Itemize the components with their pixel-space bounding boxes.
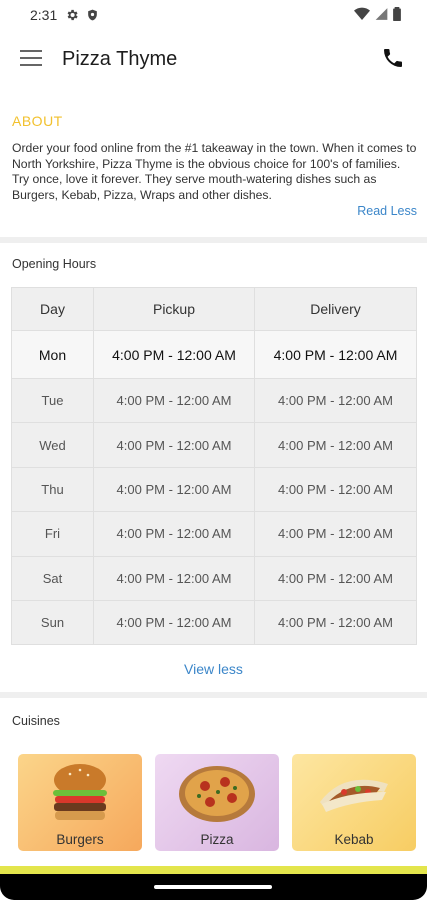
phone-icon[interactable]: [381, 46, 405, 70]
bottom-accent-stripe: [0, 866, 427, 874]
day-cell: Sun: [11, 599, 94, 646]
pickup-cell: 4:00 PM - 12:00 AM: [93, 422, 255, 468]
header-pickup: Pickup: [93, 287, 255, 331]
header-delivery: Delivery: [254, 287, 417, 331]
about-title: ABOUT: [12, 113, 63, 129]
wifi-icon: [354, 7, 370, 20]
delivery-cell: 4:00 PM - 12:00 AM: [254, 422, 417, 468]
day-cell: Mon: [11, 330, 94, 379]
section-divider: [0, 692, 427, 698]
day-cell: Tue: [11, 377, 94, 424]
burger-icon: [53, 764, 107, 820]
kebab-icon: [320, 779, 388, 812]
opening-hours-table: Day Pickup Delivery Mon 4:00 PM - 12:00 …: [11, 287, 417, 646]
table-row: Thu 4:00 PM - 12:00 AM 4:00 PM - 12:00 A…: [11, 466, 417, 513]
section-divider: [0, 237, 427, 243]
about-section: ABOUT Order your food online from the #1…: [0, 100, 427, 236]
delivery-cell: 4:00 PM - 12:00 AM: [254, 511, 417, 557]
header-day: Day: [11, 287, 94, 331]
delivery-cell: 4:00 PM - 12:00 AM: [254, 555, 417, 601]
cuisine-label: Pizza: [200, 832, 234, 847]
table-row: Fri 4:00 PM - 12:00 AM 4:00 PM - 12:00 A…: [11, 511, 417, 557]
cuisine-label: Kebab: [334, 832, 374, 847]
pickup-cell: 4:00 PM - 12:00 AM: [93, 555, 255, 601]
day-cell: Wed: [11, 422, 94, 468]
navigation-gesture-bar: [0, 874, 427, 900]
app-bar: Pizza Thyme: [0, 30, 427, 90]
day-cell: Sat: [11, 555, 94, 601]
pickup-cell: 4:00 PM - 12:00 AM: [93, 377, 255, 424]
table-row: Sun 4:00 PM - 12:00 AM 4:00 PM - 12:00 A…: [11, 599, 417, 646]
pickup-cell: 4:00 PM - 12:00 AM: [93, 466, 255, 513]
cell-signal-icon: [375, 8, 388, 20]
day-cell: Fri: [11, 511, 94, 557]
settings-gear-icon: [67, 9, 78, 21]
view-less-link[interactable]: View less: [0, 661, 427, 677]
cuisines-title: Cuisines: [12, 714, 60, 728]
opening-hours-title: Opening Hours: [12, 257, 97, 271]
table-row: Wed 4:00 PM - 12:00 AM 4:00 PM - 12:00 A…: [11, 422, 417, 468]
day-cell: Thu: [11, 466, 94, 513]
pizza-icon: [179, 766, 255, 822]
delivery-cell: 4:00 PM - 12:00 AM: [254, 330, 417, 379]
pickup-cell: 4:00 PM - 12:00 AM: [93, 330, 255, 379]
table-header-row: Day Pickup Delivery: [11, 287, 417, 331]
app-title: Pizza Thyme: [62, 48, 178, 70]
status-bar: 2:31: [0, 0, 427, 30]
table-row-today: Mon 4:00 PM - 12:00 AM 4:00 PM - 12:00 A…: [11, 330, 417, 379]
table-row: Tue 4:00 PM - 12:00 AM 4:00 PM - 12:00 A…: [11, 377, 417, 424]
delivery-cell: 4:00 PM - 12:00 AM: [254, 377, 417, 424]
read-less-link[interactable]: Read Less: [357, 204, 417, 218]
shield-icon: [88, 9, 98, 21]
pickup-cell: 4:00 PM - 12:00 AM: [93, 511, 255, 557]
home-gesture-handle[interactable]: [154, 885, 272, 889]
table-row: Sat 4:00 PM - 12:00 AM 4:00 PM - 12:00 A…: [11, 555, 417, 601]
battery-icon: [393, 7, 401, 21]
about-text: Order your food online from the #1 takea…: [12, 141, 417, 202]
pickup-cell: 4:00 PM - 12:00 AM: [93, 599, 255, 646]
hamburger-menu-icon[interactable]: [20, 50, 42, 68]
delivery-cell: 4:00 PM - 12:00 AM: [254, 466, 417, 513]
cuisine-label: Burgers: [56, 832, 104, 847]
cuisine-card-pizza[interactable]: Pizza: [155, 754, 279, 851]
delivery-cell: 4:00 PM - 12:00 AM: [254, 599, 417, 646]
cuisine-card-kebab[interactable]: Kebab: [292, 754, 416, 851]
status-time: 2:31: [30, 7, 58, 23]
cuisine-card-burgers[interactable]: Burgers: [18, 754, 142, 851]
